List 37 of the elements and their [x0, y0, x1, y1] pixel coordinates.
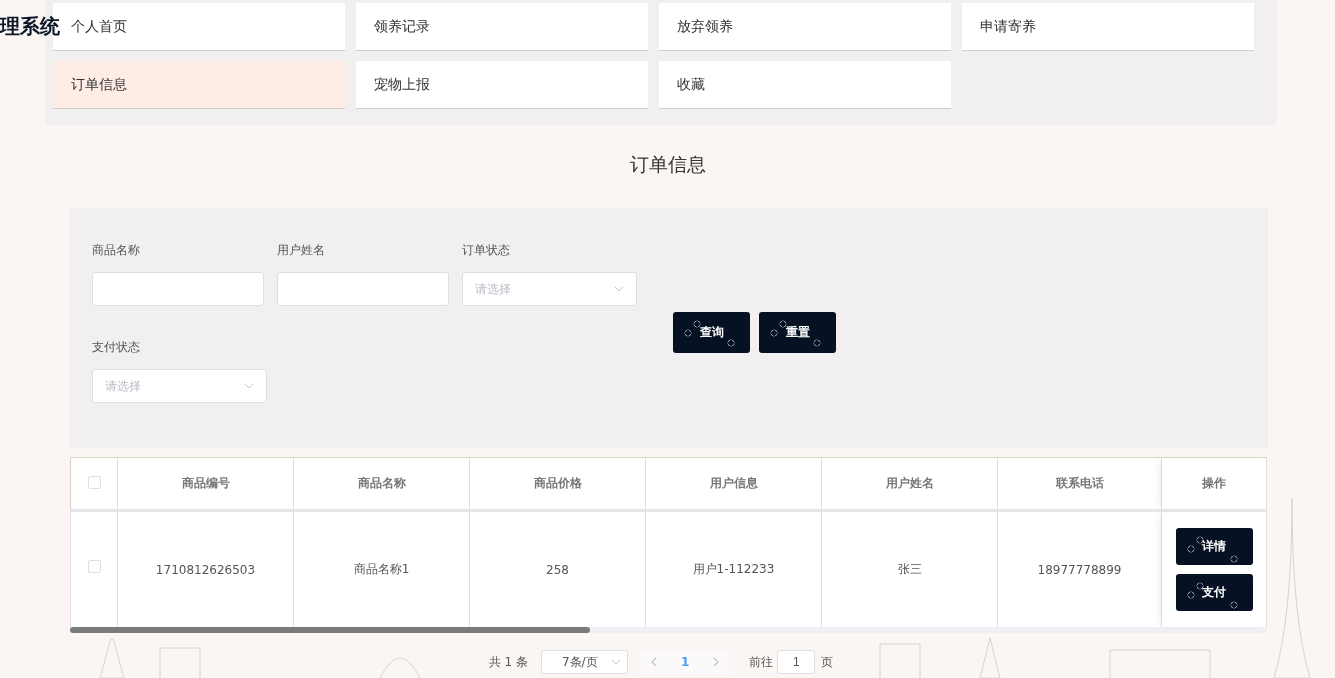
column-header: 用户信息 — [646, 457, 822, 512]
goto-label: 前往 — [749, 653, 774, 671]
column-header: 用户姓名 — [822, 457, 998, 512]
field-label: 支付状态 — [92, 339, 140, 356]
action-button[interactable]: 重置 — [759, 311, 836, 353]
action-button[interactable]: 支付 — [1175, 574, 1253, 611]
nav-item[interactable]: 放弃领养 — [659, 3, 951, 51]
input-field[interactable] — [92, 272, 264, 306]
field-label: 订单状态 — [462, 242, 510, 259]
column-header: 商品名称 — [294, 457, 470, 512]
action-button[interactable]: 查询 — [673, 311, 750, 353]
column-header: 商品价格 — [470, 457, 646, 512]
checkbox[interactable] — [87, 476, 101, 489]
scrollbar-thumb[interactable] — [70, 627, 590, 633]
column-header: 联系电话 — [998, 457, 1162, 512]
chevron-right-icon[interactable] — [713, 657, 720, 667]
page-size-select[interactable]: 7条/页 — [540, 650, 628, 674]
chevron-down-icon — [614, 286, 624, 292]
page-input[interactable]: 1 — [777, 650, 816, 674]
chevron-down-icon — [244, 383, 254, 389]
total-count: 共 1 条 — [488, 653, 528, 671]
action-button[interactable]: 详情 — [1175, 528, 1253, 565]
nav-item[interactable]: 领养记录 — [356, 3, 648, 51]
field-label: 用户姓名 — [277, 242, 325, 259]
nav-item[interactable]: 订单信息 — [53, 61, 345, 109]
chevron-down-icon — [610, 659, 621, 665]
column-header: 操作 — [1162, 457, 1267, 512]
checkbox[interactable] — [87, 560, 101, 573]
page-suffix: 页 — [821, 653, 834, 671]
column-header: 商品编号 — [118, 457, 294, 512]
chevron-left-icon[interactable] — [650, 657, 657, 667]
input-field[interactable] — [277, 272, 449, 306]
nav-item[interactable]: 收藏 — [659, 61, 951, 109]
nav-item[interactable]: 宠物上报 — [356, 61, 648, 109]
field-label: 商品名称 — [92, 242, 140, 259]
page-title: 订单信息 — [629, 152, 706, 177]
nav-item[interactable]: 申请寄养 — [962, 3, 1254, 51]
